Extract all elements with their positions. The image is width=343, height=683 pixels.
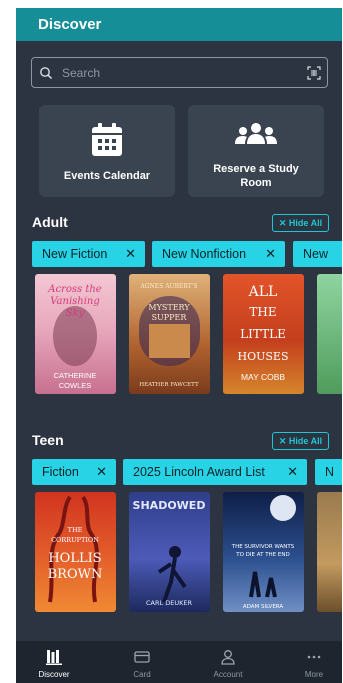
nav-item-more[interactable]: More xyxy=(284,641,342,683)
svg-text:AGNES AUBERT'S: AGNES AUBERT'S xyxy=(139,283,197,290)
hide-all-button[interactable]: ✕ Hide All xyxy=(272,214,329,232)
filter-chip[interactable]: N xyxy=(315,459,342,485)
svg-text:HOUSES: HOUSES xyxy=(238,350,289,363)
bottom-nav: Discover Card Account More xyxy=(16,641,342,683)
group-icon xyxy=(235,123,277,144)
svg-text:ADAM SILVERA: ADAM SILVERA xyxy=(243,604,284,610)
svg-text:MYSTERY: MYSTERY xyxy=(148,303,190,312)
search-input[interactable]: Search xyxy=(31,57,328,88)
nav-item-discover[interactable]: Discover xyxy=(24,641,84,683)
book-cover[interactable] xyxy=(317,274,342,394)
remove-chip-icon[interactable]: ✕ xyxy=(265,241,276,267)
book-art: Across the Vanishing Sky CATHERINE COWLE… xyxy=(47,284,102,390)
account-icon xyxy=(221,650,235,665)
svg-text:THE: THE xyxy=(249,305,276,319)
nav-label: Discover xyxy=(38,670,70,679)
chip-label: New xyxy=(303,247,329,261)
remove-chip-icon[interactable]: ✕ xyxy=(96,459,107,485)
svg-text:CATHERINE: CATHERINE xyxy=(54,371,97,380)
book-art: THE CORRUPTION HOLLIS BROWN xyxy=(48,495,103,603)
chip-label: Fiction xyxy=(42,465,79,479)
barcode-scan-icon[interactable] xyxy=(307,66,321,80)
more-icon xyxy=(307,655,321,659)
tile-label-line1: Reserve a Study xyxy=(213,163,299,175)
reserve-study-room-tile[interactable]: Reserve a Study Room xyxy=(188,105,324,197)
discover-icon xyxy=(46,650,62,665)
card-icon xyxy=(134,651,150,663)
filter-chip[interactable]: Fiction ✕ xyxy=(32,459,116,485)
svg-text:CARL DEUKER: CARL DEUKER xyxy=(146,599,192,607)
book-cover[interactable]: AGNES AUBERT'S MYSTERY SUPPER HEATHER FA… xyxy=(129,274,210,394)
page-title: Discover xyxy=(38,16,102,33)
book-cover[interactable]: THE CORRUPTION HOLLIS BROWN xyxy=(35,492,116,612)
svg-text:LITTLE: LITTLE xyxy=(240,327,286,341)
hide-all-button[interactable]: ✕ Hide All xyxy=(272,432,329,450)
svg-text:Sky: Sky xyxy=(66,308,85,319)
book-art: AGNES AUBERT'S MYSTERY SUPPER HEATHER FA… xyxy=(139,283,200,388)
nav-item-card[interactable]: Card xyxy=(112,641,172,683)
filter-chip[interactable]: New Fiction ✕ xyxy=(32,241,145,267)
book-art: SHADOWED CARL DEUKER xyxy=(133,499,206,607)
svg-text:ALL: ALL xyxy=(248,284,278,300)
section-title-teen: Teen xyxy=(32,432,64,448)
app-header: Discover xyxy=(16,8,342,41)
tile-label: Events Calendar xyxy=(63,170,151,182)
chip-label: 2025 Lincoln Award List xyxy=(133,465,265,479)
book-cover[interactable] xyxy=(317,492,342,612)
chip-label: N xyxy=(325,465,335,479)
book-art: THE SURVIVOR WANTS TO DIE AT THE END ADA… xyxy=(231,495,296,610)
svg-text:SUPPER: SUPPER xyxy=(152,313,188,322)
nav-label: Card xyxy=(133,670,151,679)
svg-text:CORRUPTION: CORRUPTION xyxy=(51,536,99,544)
chip-label: New Fiction xyxy=(42,247,108,261)
svg-text:COWLES: COWLES xyxy=(59,381,92,390)
svg-text:SHADOWED: SHADOWED xyxy=(133,499,206,512)
remove-chip-icon[interactable]: ✕ xyxy=(287,459,298,485)
svg-text:THE SURVIVOR WANTS: THE SURVIVOR WANTS xyxy=(231,544,295,550)
svg-text:MAY COBB: MAY COBB xyxy=(241,372,285,382)
search-placeholder: Search xyxy=(62,66,101,80)
chip-label: New Nonfiction xyxy=(162,247,247,261)
svg-text:Vanishing: Vanishing xyxy=(50,296,100,307)
svg-text:BROWN: BROWN xyxy=(48,567,103,582)
filter-chip-row: Fiction ✕ 2025 Lincoln Award List ✕ N xyxy=(32,459,342,485)
book-cover[interactable]: THE SURVIVOR WANTS TO DIE AT THE END ADA… xyxy=(223,492,304,612)
nav-label: Account xyxy=(213,670,243,679)
svg-text:THE: THE xyxy=(68,526,83,534)
book-art: ALL THE LITTLE HOUSES MAY COBB xyxy=(238,284,289,382)
book-carousel: Across the Vanishing Sky CATHERINE COWLE… xyxy=(32,274,342,396)
calendar-icon xyxy=(92,123,122,156)
book-cover[interactable]: Across the Vanishing Sky CATHERINE COWLE… xyxy=(35,274,116,394)
filter-chip-row: New Fiction ✕ New Nonfiction ✕ New xyxy=(32,241,342,267)
app-screen: Discover Search Events Calendar Reserve … xyxy=(16,8,342,683)
remove-chip-icon[interactable]: ✕ xyxy=(125,241,136,267)
events-calendar-tile[interactable]: Events Calendar xyxy=(39,105,175,197)
tile-label-line2: Room xyxy=(240,177,272,189)
section-title-adult: Adult xyxy=(32,214,68,230)
svg-text:HEATHER FAWCETT: HEATHER FAWCETT xyxy=(139,382,199,388)
book-cover[interactable]: ALL THE LITTLE HOUSES MAY COBB xyxy=(223,274,304,394)
nav-item-account[interactable]: Account xyxy=(198,641,258,683)
filter-chip[interactable]: New xyxy=(293,241,342,267)
book-carousel: THE CORRUPTION HOLLIS BROWN SHADOWED CAR… xyxy=(32,492,342,614)
svg-text:HOLLIS: HOLLIS xyxy=(48,551,101,566)
svg-text:TO DIE AT THE END: TO DIE AT THE END xyxy=(235,552,290,558)
filter-chip[interactable]: 2025 Lincoln Award List ✕ xyxy=(123,459,307,485)
nav-label: More xyxy=(304,670,324,679)
filter-chip[interactable]: New Nonfiction ✕ xyxy=(152,241,285,267)
search-icon xyxy=(40,67,53,80)
svg-text:Across the: Across the xyxy=(47,284,102,295)
book-cover[interactable]: SHADOWED CARL DEUKER xyxy=(129,492,210,612)
